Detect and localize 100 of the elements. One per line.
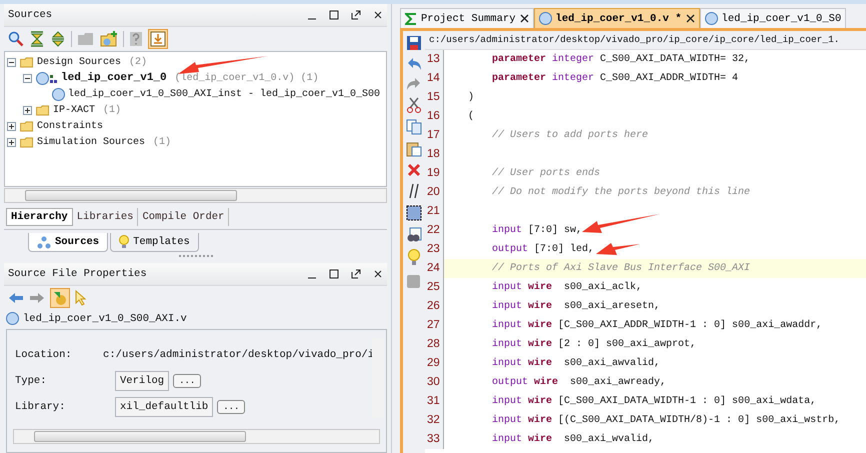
verilog-file-icon (704, 12, 718, 25)
property-field[interactable]: xil_defaultlib (115, 397, 214, 417)
line-number: 28 (425, 335, 444, 354)
line-number: 32 (425, 411, 444, 430)
expand-toggle[interactable] (7, 138, 17, 146)
browse-button[interactable]: ... (217, 400, 246, 414)
save-icon[interactable] (406, 35, 422, 51)
search-icon[interactable] (8, 31, 24, 47)
undo-icon[interactable] (406, 57, 422, 71)
line-number: 14 (425, 69, 444, 88)
tree-item[interactable]: Constraints (37, 120, 104, 132)
line-number: 33 (425, 430, 444, 449)
line-number: 19 (425, 164, 444, 183)
editor-tab[interactable]: Project Summary (400, 8, 534, 28)
maximize-icon[interactable] (329, 10, 339, 20)
property-field[interactable]: Verilog (115, 371, 170, 391)
line-number: 22 (425, 221, 444, 240)
cut-icon[interactable] (407, 97, 421, 113)
horizontal-scrollbar[interactable] (13, 429, 380, 444)
line-number: 20 (425, 183, 444, 202)
expand-all-icon[interactable] (50, 31, 66, 47)
code-line: ) (468, 92, 474, 103)
code-line: parameter integer C_S00_AXI_ADDR_WIDTH= 4 (492, 73, 738, 84)
file-name: led_ip_coer_v1_0_S00_AXI.v (23, 312, 187, 324)
folder-icon (20, 136, 34, 148)
code-line: // User ports ends (492, 168, 600, 179)
code-line: input [7:0] sw, (492, 225, 582, 236)
code-line: input wire [C_S00_AXI_DATA_WIDTH-1 : 0] s00_axi_wdata, (492, 396, 816, 407)
tree-item[interactable]: Design Sources (37, 56, 122, 68)
editor-tab[interactable]: led_ip_coer_v1_0.v * (534, 8, 700, 28)
browse-button[interactable]: ... (173, 374, 202, 388)
add-sources-icon[interactable] (100, 31, 118, 47)
panel-tab[interactable]: Templates (110, 233, 199, 252)
line-number: 26 (425, 297, 444, 316)
code-line: // Do not modify the ports beyond this line (492, 187, 750, 198)
paste-icon[interactable] (406, 141, 422, 157)
code-line: // Ports of Axi Slave Bus Interface S00_AXI (492, 263, 750, 274)
code-line: input wire [2 : 0] s00_axi_awprot, (492, 339, 696, 350)
code-line: parameter integer C_S00_AXI_DATA_WIDTH= 32, (492, 54, 750, 65)
code-line: output [7:0] led, (492, 244, 594, 255)
tree-item[interactable]: led_ip_coer_v1_0_S00_AXI_inst - led_ip_coer_v1_0_S00 (68, 88, 380, 100)
close-icon[interactable] (373, 269, 383, 279)
verilog-file-icon (538, 12, 552, 25)
close-icon[interactable] (686, 14, 695, 23)
line-number: 16 (425, 107, 444, 126)
line-number: 18 (425, 145, 444, 164)
tree-item[interactable]: Simulation Sources (37, 136, 146, 148)
expand-toggle[interactable] (23, 106, 33, 114)
view-tab[interactable]: Libraries (72, 208, 138, 226)
line-number: 27 (425, 316, 444, 335)
delete-icon[interactable] (407, 163, 421, 177)
code-line: // Users to add ports here (492, 130, 648, 141)
horizontal-scrollbar[interactable] (4, 188, 387, 203)
help-icon[interactable] (129, 31, 143, 47)
clipboard-icon[interactable] (406, 273, 422, 289)
property-label: Type: (15, 375, 48, 387)
collapse-all-icon[interactable] (29, 31, 45, 47)
property-label: Library: (15, 401, 66, 413)
folder-icon (20, 120, 34, 132)
line-number: 24 (425, 259, 444, 278)
code-line: input wire s00_axi_aclk, (492, 282, 642, 293)
line-number: 13 (425, 50, 444, 69)
code-line: output wire s00_axi_awready, (492, 377, 666, 388)
line-number: 31 (425, 392, 444, 411)
arrow-annotation (596, 243, 640, 255)
lightbulb-icon[interactable] (408, 249, 420, 267)
back-icon[interactable] (8, 292, 24, 304)
view-tab[interactable]: Compile Order (138, 208, 230, 226)
maximize-icon[interactable] (329, 269, 339, 279)
tree-item[interactable]: led_ip_coer_v1_0 (61, 72, 167, 84)
view-tab[interactable]: Hierarchy (6, 208, 73, 226)
editor-tab[interactable]: led_ip_coer_v1_0_S0 (700, 8, 846, 28)
item-count: (1) (103, 104, 122, 116)
collapse-toggle[interactable] (7, 58, 17, 66)
tree-item[interactable]: IP-XACT (53, 104, 96, 116)
close-icon[interactable] (373, 10, 383, 20)
lightbulb-icon (119, 235, 130, 249)
comment-icon[interactable] (408, 183, 420, 199)
line-number: 17 (425, 126, 444, 145)
select-block-icon[interactable] (406, 205, 422, 221)
float-icon[interactable] (351, 10, 361, 20)
line-number: 21 (425, 202, 444, 221)
close-icon[interactable] (520, 14, 529, 23)
copy-icon[interactable] (406, 119, 422, 135)
property-value: c:/users/administrator/desktop/vivado_pro/i (103, 349, 374, 361)
panel-tab[interactable]: Sources (28, 233, 108, 252)
verilog-file-icon (6, 312, 19, 325)
expand-toggle[interactable] (7, 122, 17, 130)
panel-title: Source File Properties (8, 268, 147, 280)
panel-title: Sources (8, 9, 52, 21)
show-source-icon[interactable] (150, 31, 166, 47)
splitter-grip[interactable] (178, 255, 212, 260)
find-icon[interactable] (406, 227, 422, 243)
float-icon[interactable] (351, 269, 361, 279)
line-number: 29 (425, 354, 444, 373)
collapse-toggle[interactable] (23, 74, 33, 82)
folder-icon (20, 56, 34, 68)
code-line: ( (468, 111, 474, 122)
item-count: (1) (153, 136, 172, 148)
code-line: input wire [(C_S00_AXI_DATA_WIDTH/8)-1 : 0] s00_axi_wstrb, (492, 415, 840, 426)
